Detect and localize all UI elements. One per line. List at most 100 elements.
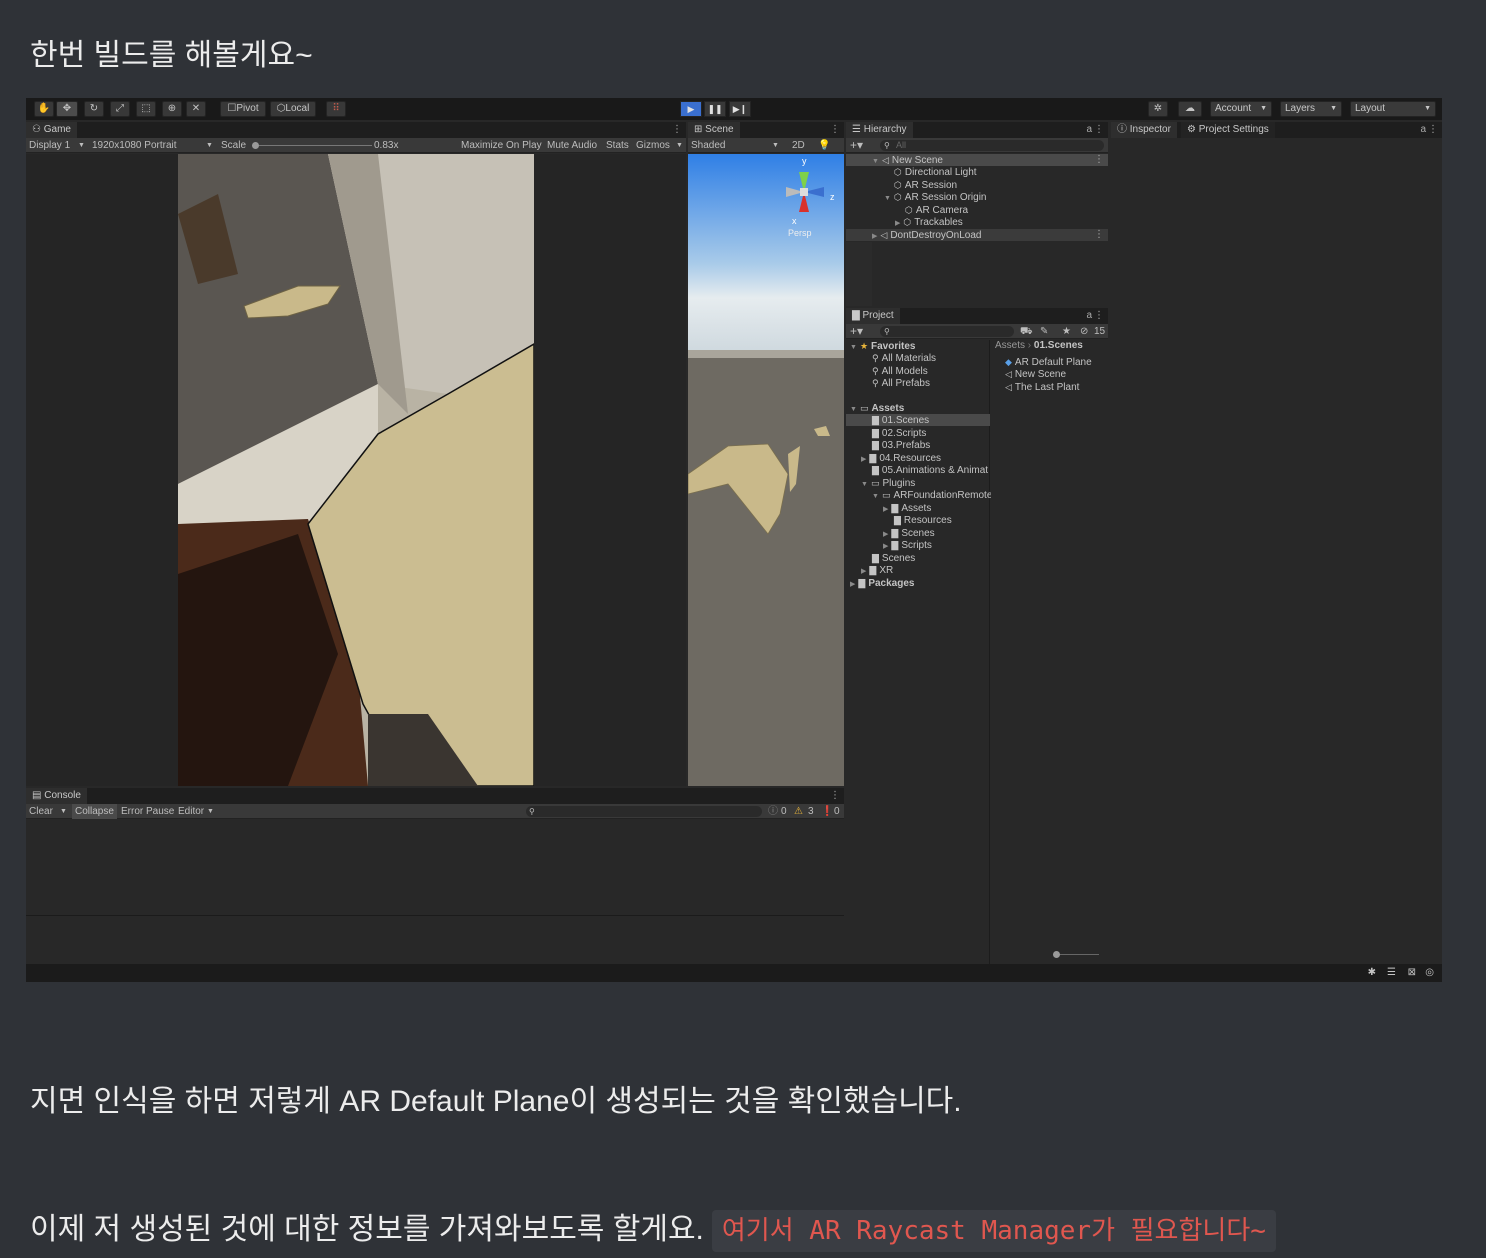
hierarchy-search-input[interactable] [880, 140, 1104, 151]
tab-scene[interactable]: ⊞ Scene [688, 122, 740, 138]
display-dropdown[interactable]: Display 1 [29, 138, 70, 153]
hierarchy-item[interactable]: ▶ ⬡ Trackables [846, 216, 963, 228]
more-icon[interactable]: ⋮ [1094, 229, 1104, 241]
stats-button[interactable]: Stats [606, 138, 629, 153]
grid-snap-icon[interactable]: ⠿ [326, 101, 346, 117]
maximize-on-play-button[interactable]: Maximize On Play [461, 138, 542, 153]
more-icon[interactable]: ⋮ [1428, 124, 1438, 135]
step-button[interactable]: ▶❙ [729, 101, 751, 117]
tree-item[interactable]: ▶ ▇ XR [846, 564, 893, 576]
icon-size-slider-knob[interactable] [1053, 951, 1060, 958]
search-by-label-icon[interactable]: ✎ [1040, 324, 1048, 339]
lock-icon[interactable]: a [1086, 124, 1092, 135]
tab-console[interactable]: ▤ Console [26, 788, 87, 804]
tab-project-settings[interactable]: ⚙ Project Settings [1181, 122, 1275, 138]
tree-item[interactable]: ▼ ▭ ARFoundationRemote [846, 489, 992, 501]
rotate-tool-icon[interactable]: ↻ [84, 101, 104, 117]
editor-dropdown[interactable]: Editor [178, 804, 204, 819]
file-item[interactable]: ◁ The Last Plant [991, 381, 1079, 393]
tree-item[interactable]: ▶ ▇ Scripts [846, 539, 932, 551]
tab-game[interactable]: ⚇ Game [26, 122, 77, 138]
tree-item[interactable]: ▇ Scenes [846, 552, 915, 564]
check-icon[interactable]: ◎ [1425, 967, 1434, 978]
tree-item[interactable]: ▼ ▭ Assets [846, 402, 904, 414]
lock-icon[interactable]: a [1420, 124, 1426, 135]
hierarchy-item[interactable]: ⬡ AR Session [846, 179, 957, 191]
mode-2d-button[interactable]: 2D [792, 138, 805, 153]
local-toggle[interactable]: ⬡Local [270, 101, 316, 117]
tree-item[interactable]: ▶ ▇ Scenes [846, 527, 935, 539]
persp-label[interactable]: Persp [788, 228, 812, 238]
breadcrumb-current[interactable]: 01.Scenes [1034, 340, 1083, 351]
move-tool-icon[interactable]: ✥ [56, 101, 78, 117]
scale-slider[interactable] [252, 145, 372, 146]
pivot-toggle[interactable]: ☐Pivot [220, 101, 266, 117]
add-object-button[interactable]: +▾ [850, 138, 863, 153]
info-toggle-icon[interactable]: ⓘ [768, 804, 778, 819]
account-dropdown[interactable]: Account ▼ [1210, 101, 1272, 117]
cloud-icon[interactable]: ☁ [1178, 101, 1202, 117]
tab-project[interactable]: ▇ Project [846, 308, 900, 324]
console-log-area[interactable] [26, 820, 844, 916]
play-button[interactable]: ▶ [680, 101, 702, 117]
lock-icon[interactable]: a [1086, 310, 1092, 321]
resolution-dropdown[interactable]: 1920x1080 Portrait [92, 138, 177, 153]
tree-item[interactable]: ▶ ▇ Packages [846, 577, 914, 589]
tab-inspector[interactable]: ⓘ Inspector [1111, 122, 1177, 138]
bug-icon[interactable]: ✱ [1368, 967, 1376, 978]
tree-item[interactable]: ⚲ All Models [846, 365, 928, 377]
more-icon[interactable]: ⋮ [672, 124, 682, 135]
tab-hierarchy[interactable]: ☰ Hierarchy [846, 122, 913, 138]
hierarchy-item[interactable]: ▼ ◁ New Scene ⋮ [846, 154, 1108, 166]
pause-button[interactable]: ❚❚ [704, 101, 726, 117]
tree-item[interactable]: ▇ 05.Animations & Animat [846, 464, 988, 476]
project-search-input[interactable] [880, 326, 1014, 337]
layout-dropdown[interactable]: Layout ▼ [1350, 101, 1436, 117]
collapse-button[interactable]: Collapse [72, 804, 117, 819]
create-asset-button[interactable]: +▾ [850, 324, 863, 339]
mute-audio-button[interactable]: Mute Audio [547, 138, 597, 153]
error-pause-button[interactable]: Error Pause [121, 804, 174, 819]
console-search-input[interactable] [526, 806, 762, 817]
rect-tool-icon[interactable]: ⬚ [136, 101, 156, 117]
search-by-type-icon[interactable]: ⛟ [1020, 324, 1033, 339]
layers-dropdown[interactable]: Layers ▼ [1280, 101, 1342, 117]
tree-item[interactable]: ▶ ▇ Assets [846, 502, 931, 514]
scene-gizmo-icon[interactable] [774, 162, 834, 222]
tree-item[interactable]: ▼ ★ Favorites [846, 340, 915, 352]
lighting-icon[interactable]: 💡 [818, 138, 830, 153]
file-item[interactable]: ◆ AR Default Plane [991, 356, 1092, 368]
more-icon[interactable]: ⋮ [1094, 154, 1104, 166]
favorite-star-icon[interactable]: ★ [1062, 324, 1071, 339]
collab-icon[interactable]: ✲ [1148, 101, 1168, 117]
tree-item[interactable]: ▼ ▭ Plugins [846, 477, 915, 489]
scale-slider-knob[interactable] [252, 142, 259, 149]
tree-item[interactable]: ▇ 01.Scenes [846, 414, 990, 426]
tree-item[interactable]: ⚲ All Materials [846, 352, 936, 364]
clear-button[interactable]: Clear [29, 804, 53, 819]
hidden-packages-icon[interactable]: ⊘ [1080, 324, 1088, 339]
hierarchy-item[interactable]: ⬡ Directional Light [846, 166, 977, 178]
breadcrumb-root[interactable]: Assets [995, 340, 1025, 351]
debug-icon[interactable]: ⊠ [1408, 967, 1416, 978]
more-icon[interactable]: ⋮ [830, 790, 840, 801]
tree-item[interactable]: ▶ ▇ 04.Resources [846, 452, 941, 464]
tree-item[interactable]: ▇ 02.Scripts [846, 427, 926, 439]
hierarchy-item[interactable]: ▼ ⬡ AR Session Origin [846, 191, 987, 203]
shading-dropdown[interactable]: Shaded [691, 138, 725, 153]
warning-toggle-icon[interactable]: ⚠ [794, 804, 803, 819]
scale-tool-icon[interactable]: ⤢ [110, 101, 130, 117]
file-item[interactable]: ◁ New Scene [991, 368, 1066, 380]
cache-icon[interactable]: ☰ [1387, 967, 1396, 978]
hierarchy-item[interactable]: ▶ ◁ DontDestroyOnLoad ⋮ [846, 229, 1108, 241]
tree-item[interactable]: ⚲ All Prefabs [846, 377, 930, 389]
more-icon[interactable]: ⋮ [830, 124, 840, 135]
gizmos-button[interactable]: Gizmos [636, 138, 670, 153]
more-icon[interactable]: ⋮ [1094, 124, 1104, 135]
error-toggle-icon[interactable]: ❗ [821, 804, 833, 819]
more-icon[interactable]: ⋮ [1094, 310, 1104, 321]
hierarchy-item[interactable]: ⬡ AR Camera [846, 204, 968, 216]
tree-item[interactable]: ▇ Resources [846, 514, 952, 526]
tree-item[interactable]: ▇ 03.Prefabs [846, 439, 930, 451]
transform-tool-icon[interactable]: ⊕ [162, 101, 182, 117]
